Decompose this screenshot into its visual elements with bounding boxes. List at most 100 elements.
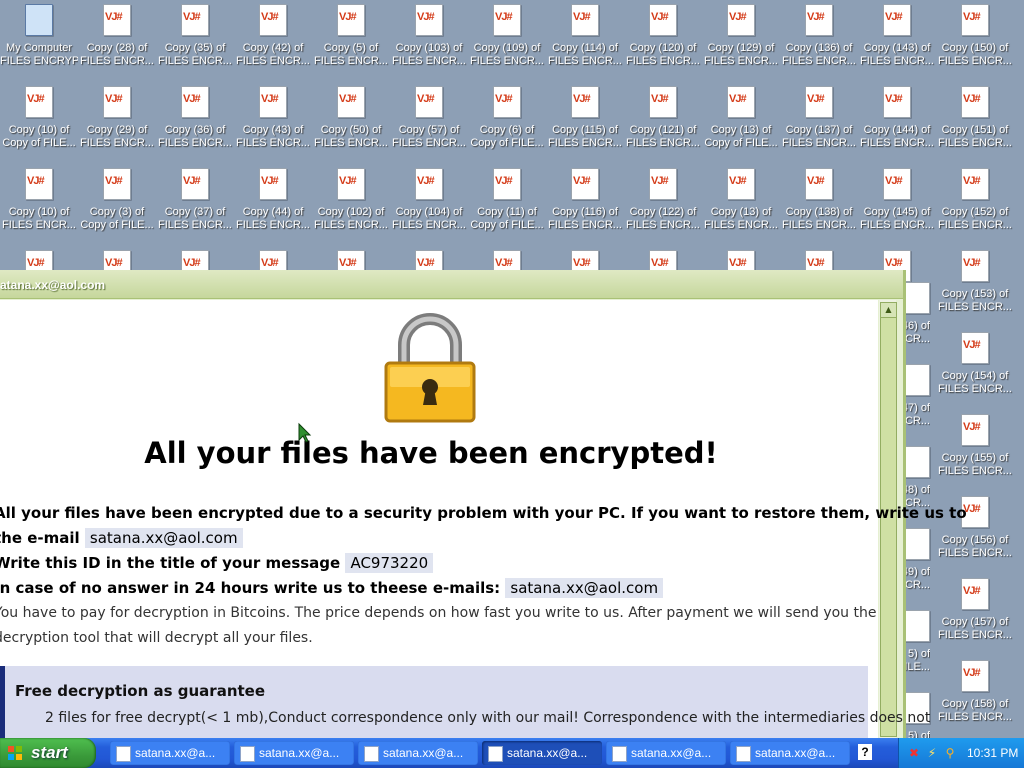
desktop-file-icon[interactable]: VJ# Copy (57) of FILES ENCR... — [390, 82, 468, 160]
desktop-file-icon[interactable]: VJ# Copy (155) of FILES ENCR... — [936, 410, 1014, 488]
desktop-file-icon[interactable]: VJ# Copy (42) of FILES ENCR... — [234, 0, 312, 78]
desktop-file-label: Copy (13) of Copy of FILE... — [704, 124, 778, 149]
desktop-file-label: Copy (158) of FILES ENCR... — [938, 698, 1012, 723]
desktop-file-icon[interactable]: VJ# Copy (11) of Copy of FILE... — [468, 164, 546, 242]
scroll-up-icon[interactable]: ▲ — [880, 302, 897, 318]
encrypted-file-icon: VJ# — [259, 86, 287, 118]
help-icon[interactable]: ? — [858, 744, 872, 760]
taskbar-window-button[interactable]: satana.xx@a... — [358, 741, 478, 765]
network-icon[interactable]: ✖ — [907, 746, 921, 760]
search-icon[interactable]: ⚲ — [943, 746, 957, 760]
desktop-file-label: Copy (154) of FILES ENCR... — [938, 370, 1012, 395]
encrypted-file-icon: VJ# — [805, 4, 833, 36]
document-icon — [612, 746, 627, 762]
desktop-file-icon[interactable]: VJ# Copy (121) of FILES ENCR... — [624, 82, 702, 160]
window-titlebar[interactable]: atana.xx@aol.com — [0, 270, 903, 299]
desktop-file-icon[interactable]: VJ# Copy (150) of FILES ENCR... — [936, 0, 1014, 78]
encrypted-file-icon: VJ# — [805, 86, 833, 118]
desktop-file-icon[interactable]: VJ# Copy (115) of FILES ENCR... — [546, 82, 624, 160]
desktop-file-icon[interactable]: VJ# Copy (104) of FILES ENCR... — [390, 164, 468, 242]
desktop-file-icon[interactable]: VJ# Copy (143) of FILES ENCR... — [858, 0, 936, 78]
desktop-file-label: Copy (50) of FILES ENCR... — [314, 124, 388, 149]
encrypted-file-icon: VJ# — [259, 4, 287, 36]
taskbar-window-button[interactable]: satana.xx@a... — [730, 741, 850, 765]
desktop-file-label: Copy (13) of FILES ENCR... — [704, 206, 778, 231]
desktop-file-icon[interactable]: VJ# Copy (151) of FILES ENCR... — [936, 82, 1014, 160]
encrypted-file-icon: VJ# — [961, 168, 989, 200]
desktop-file-label: Copy (155) of FILES ENCR... — [938, 452, 1012, 477]
security-icon[interactable]: ⚡ — [925, 746, 939, 760]
encrypted-file-icon: VJ# — [259, 168, 287, 200]
desktop-file-icon[interactable]: VJ# Copy (5) of FILES ENCR... — [312, 0, 390, 78]
desktop-file-icon[interactable]: VJ# Copy (28) of FILES ENCR... — [78, 0, 156, 78]
desktop-file-icon[interactable]: VJ# Copy (13) of Copy of FILE... — [702, 82, 780, 160]
desktop-file-icon[interactable]: VJ# Copy (152) of FILES ENCR... — [936, 164, 1014, 242]
desktop-file-icon[interactable]: VJ# Copy (44) of FILES ENCR... — [234, 164, 312, 242]
desktop-file-icon[interactable]: VJ# Copy (157) of FILES ENCR... — [936, 574, 1014, 652]
start-button[interactable]: start — [0, 738, 96, 768]
document-icon — [488, 746, 503, 762]
desktop-file-icon[interactable]: VJ# Copy (154) of FILES ENCR... — [936, 328, 1014, 406]
encrypted-file-icon: VJ# — [181, 86, 209, 118]
desktop-file-icon[interactable]: VJ# Copy (37) of FILES ENCR... — [156, 164, 234, 242]
desktop-file-icon[interactable]: VJ# Copy (35) of FILES ENCR... — [156, 0, 234, 78]
contact-email[interactable]: satana.xx@aol.com — [84, 528, 243, 548]
desktop-file-icon[interactable]: VJ# Copy (102) of FILES ENCR... — [312, 164, 390, 242]
desktop-file-icon[interactable]: VJ# Copy (129) of FILES ENCR... — [702, 0, 780, 78]
desktop-file-label: Copy (43) of FILES ENCR... — [236, 124, 310, 149]
desktop-file-icon[interactable]: VJ# Copy (50) of FILES ENCR... — [312, 82, 390, 160]
taskbar-button-label: satana.xx@a... — [755, 746, 836, 760]
desktop-file-icon[interactable]: VJ# Copy (158) of FILES ENCR... — [936, 656, 1014, 734]
computer-icon — [25, 4, 53, 36]
mouse-cursor-icon — [298, 422, 312, 443]
backup-email[interactable]: satana.xx@aol.com — [505, 578, 664, 598]
desktop-file-label: Copy (136) of FILES ENCR... — [782, 42, 856, 67]
taskbar-window-button[interactable]: satana.xx@a... — [110, 741, 230, 765]
scrollbar-thumb[interactable] — [880, 317, 897, 737]
desktop-file-icon[interactable]: VJ# Copy (120) of FILES ENCR... — [624, 0, 702, 78]
desktop-file-icon[interactable]: VJ# Copy (136) of FILES ENCR... — [780, 0, 858, 78]
desktop-file-icon[interactable]: VJ# Copy (10) of FILES ENCR... — [0, 164, 78, 242]
desktop-file-label: Copy (104) of FILES ENCR... — [392, 206, 466, 231]
encrypted-file-icon: VJ# — [571, 168, 599, 200]
encrypted-file-icon: VJ# — [727, 86, 755, 118]
desktop-file-label: Copy (3) of Copy of FILE... — [80, 206, 154, 231]
encrypted-file-icon: VJ# — [337, 86, 365, 118]
desktop-file-icon[interactable]: VJ# Copy (103) of FILES ENCR... — [390, 0, 468, 78]
desktop-file-label: Copy (11) of Copy of FILE... — [470, 206, 544, 231]
note-line-3: Write this ID in the title of your messa… — [0, 553, 434, 573]
encrypted-file-icon: VJ# — [337, 168, 365, 200]
desktop-file-label: Copy (129) of FILES ENCR... — [704, 42, 778, 67]
desktop-file-label: Copy (151) of FILES ENCR... — [938, 124, 1012, 149]
desktop-file-icon[interactable]: VJ# Copy (6) of Copy of FILE... — [468, 82, 546, 160]
desktop-file-icon[interactable]: VJ# Copy (29) of FILES ENCR... — [78, 82, 156, 160]
encrypted-file-icon: VJ# — [25, 86, 53, 118]
desktop-file-icon[interactable]: VJ# Copy (109) of FILES ENCR... — [468, 0, 546, 78]
taskbar-window-button[interactable]: satana.xx@a... — [606, 741, 726, 765]
desktop-file-icon[interactable]: VJ# Copy (43) of FILES ENCR... — [234, 82, 312, 160]
desktop-file-label: Copy (37) of FILES ENCR... — [158, 206, 232, 231]
guarantee-body: 2 files for free decrypt(< 1 mb),Conduct… — [45, 710, 931, 726]
desktop-file-icon[interactable]: VJ# Copy (13) of FILES ENCR... — [702, 164, 780, 242]
desktop-file-icon[interactable]: VJ# Copy (36) of FILES ENCR... — [156, 82, 234, 160]
desktop-file-icon[interactable]: VJ# Copy (153) of FILES ENCR... — [936, 246, 1014, 324]
desktop-file-icon[interactable]: VJ# Copy (137) of FILES ENCR... — [780, 82, 858, 160]
desktop-file-icon[interactable]: VJ# Copy (114) of FILES ENCR... — [546, 0, 624, 78]
desktop-file-icon[interactable]: VJ# Copy (144) of FILES ENCR... — [858, 82, 936, 160]
encrypted-file-icon: VJ# — [25, 168, 53, 200]
desktop-file-icon[interactable]: VJ# Copy (116) of FILES ENCR... — [546, 164, 624, 242]
system-tray: ✖ ⚡ ⚲ 10:31 PM — [898, 738, 1024, 768]
taskbar-window-button[interactable]: satana.xx@a... — [234, 741, 354, 765]
encrypted-file-icon — [902, 528, 930, 560]
desktop-file-icon[interactable]: VJ# Copy (138) of FILES ENCR... — [780, 164, 858, 242]
desktop-file-icon[interactable]: VJ# Copy (122) of FILES ENCR... — [624, 164, 702, 242]
desktop-file-icon[interactable]: VJ# Copy (3) of Copy of FILE... — [78, 164, 156, 242]
start-label: start — [31, 743, 68, 762]
desktop-file-label: Copy (156) of FILES ENCR... — [938, 534, 1012, 559]
desktop-file-icon[interactable]: VJ# Copy (145) of FILES ENCR... — [858, 164, 936, 242]
desktop-file-icon[interactable]: My ComputerFILES ENCRYPTED — [0, 0, 78, 78]
taskbar-window-button[interactable]: satana.xx@a... — [482, 741, 602, 765]
encrypted-file-icon: VJ# — [883, 4, 911, 36]
desktop-file-label: Copy (109) of FILES ENCR... — [470, 42, 544, 67]
desktop-file-icon[interactable]: VJ# Copy (10) of Copy of FILE... — [0, 82, 78, 160]
